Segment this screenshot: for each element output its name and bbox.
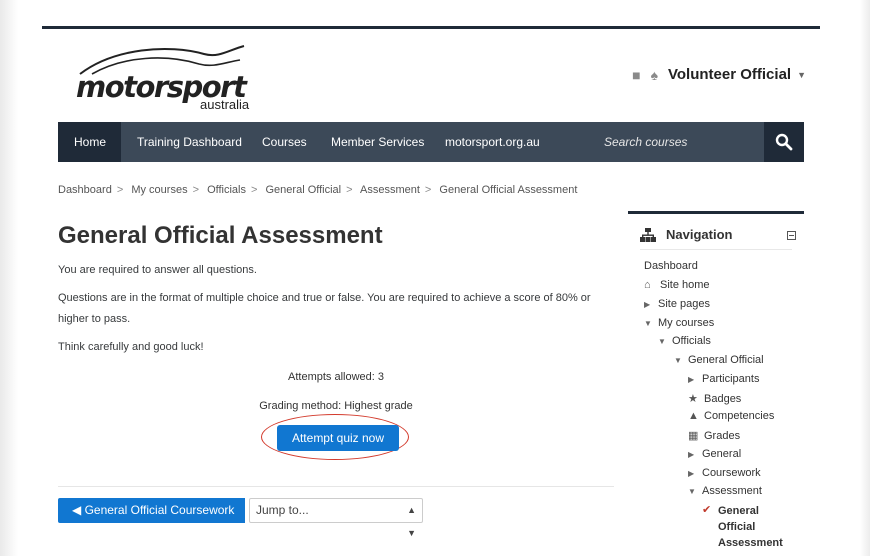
expanded-arrow-icon: ▼ [674, 355, 682, 365]
breadcrumb-officials[interactable]: Officials [207, 184, 246, 196]
nav-node-general[interactable]: ▶ General [688, 448, 741, 460]
messages-icon[interactable]: ■ [632, 67, 640, 83]
page-title: General Official Assessment [58, 222, 383, 249]
breadcrumb-current[interactable]: General Official Assessment [439, 184, 577, 196]
nav-node-coursework[interactable]: ▶ Coursework [688, 467, 761, 479]
nav-member-services[interactable]: Member Services [315, 122, 440, 162]
trophy-icon: ★ [688, 393, 698, 405]
nav-courses[interactable]: Courses [246, 122, 323, 162]
nav-node-grades[interactable]: ▦ Grades [688, 429, 740, 443]
nav-node-my-courses[interactable]: ▼ My courses [644, 317, 714, 329]
block-separator [640, 249, 792, 250]
home-icon: ⌂ [644, 279, 651, 291]
previous-activity-label: General Official Coursework [84, 503, 235, 517]
logo-subtext: australia [200, 97, 250, 112]
expanded-arrow-icon: ▼ [658, 336, 666, 346]
nav-node-assessment[interactable]: ▼ Assessment [688, 485, 762, 497]
nav-node-site-home[interactable]: ⌂ Site home [644, 279, 710, 291]
breadcrumb-general-official[interactable]: General Official [266, 184, 342, 196]
block-title: Navigation [666, 227, 733, 242]
collapsed-arrow-icon: ▶ [688, 449, 695, 459]
intro-paragraph-2: Questions are in the format of multiple … [58, 292, 591, 325]
search-icon [775, 133, 793, 151]
expanded-arrow-icon: ▼ [644, 318, 652, 328]
nav-node-dashboard[interactable]: Dashboard [644, 260, 698, 272]
arrow-left-icon: ◀ [72, 503, 82, 517]
primary-navbar: Home Training Dashboard Courses Member S… [58, 122, 804, 162]
intro-paragraph-3: Think carefully and good luck! [58, 341, 204, 353]
attempt-quiz-button[interactable]: Attempt quiz now [277, 425, 399, 451]
nav-node-badges[interactable]: ★ Badges [688, 392, 741, 406]
jump-to-value: Jump to... [256, 503, 309, 517]
content-divider [58, 486, 614, 487]
grading-method: Grading method: Highest grade [259, 400, 413, 412]
nav-node-competencies[interactable]: ▲ Competencies [688, 410, 774, 422]
user-nav: ■ ♠ Volunteer Official ▼ [632, 66, 806, 83]
nav-node-current-quiz[interactable]: ✔ General Official Assessment [702, 503, 783, 551]
block-header: Navigation [640, 227, 732, 242]
notifications-icon[interactable]: ♠ [651, 67, 658, 83]
previous-activity-button[interactable]: ◀ General Official Coursework [58, 498, 246, 523]
site-logo[interactable]: motorsport australia [74, 40, 254, 114]
select-arrows-icon: ▲ ▼ [407, 505, 416, 538]
chevron-down-icon[interactable]: ▼ [797, 70, 806, 80]
nav-node-site-pages[interactable]: ▶ Site pages [644, 298, 710, 310]
user-menu-name[interactable]: Volunteer Official [668, 66, 791, 83]
nav-node-participants[interactable]: ▶ Participants [688, 373, 759, 385]
collapsed-arrow-icon: ▶ [688, 374, 695, 384]
nav-motorsport-org[interactable]: motorsport.org.au [429, 122, 556, 162]
breadcrumb: Dashboard > My courses > Officials > Genera… [58, 184, 578, 196]
block-top-border [628, 211, 804, 214]
intro-paragraph-1: You are required to answer all questions… [58, 264, 257, 276]
expanded-arrow-icon: ▼ [688, 486, 696, 496]
navigation-block: Navigation Dashboard ⌂ Site home ▶ Site pa… [628, 211, 804, 556]
collapsed-arrow-icon: ▶ [644, 299, 651, 309]
collapsed-arrow-icon: ▶ [688, 468, 695, 478]
main-content: General Official Assessment You are requ… [58, 222, 614, 358]
attempts-allowed: Attempts allowed: 3 [288, 371, 384, 383]
sitemap-icon [640, 227, 656, 242]
left-shadow [0, 0, 18, 556]
search-button[interactable] [764, 122, 804, 162]
breadcrumb-dashboard[interactable]: Dashboard [58, 184, 112, 196]
quiz-icon: ✔ [702, 504, 712, 516]
jump-to-select[interactable]: Jump to... ▲ ▼ [249, 498, 423, 538]
breadcrumb-my-courses[interactable]: My courses [131, 184, 187, 196]
nav-node-general-official[interactable]: ▼ General Official [674, 354, 764, 366]
nav-node-officials[interactable]: ▼ Officials [658, 335, 711, 347]
nav-training-dashboard[interactable]: Training Dashboard [121, 122, 258, 162]
nav-home[interactable]: Home [58, 122, 121, 162]
block-collapse-toggle[interactable] [787, 231, 796, 240]
right-shadow [860, 0, 870, 556]
breadcrumb-assessment[interactable]: Assessment [360, 184, 420, 196]
search-input[interactable]: Search courses [594, 122, 764, 162]
header-top-border [42, 26, 820, 29]
competencies-icon: ▲ [688, 410, 699, 422]
table-icon: ▦ [688, 430, 699, 442]
